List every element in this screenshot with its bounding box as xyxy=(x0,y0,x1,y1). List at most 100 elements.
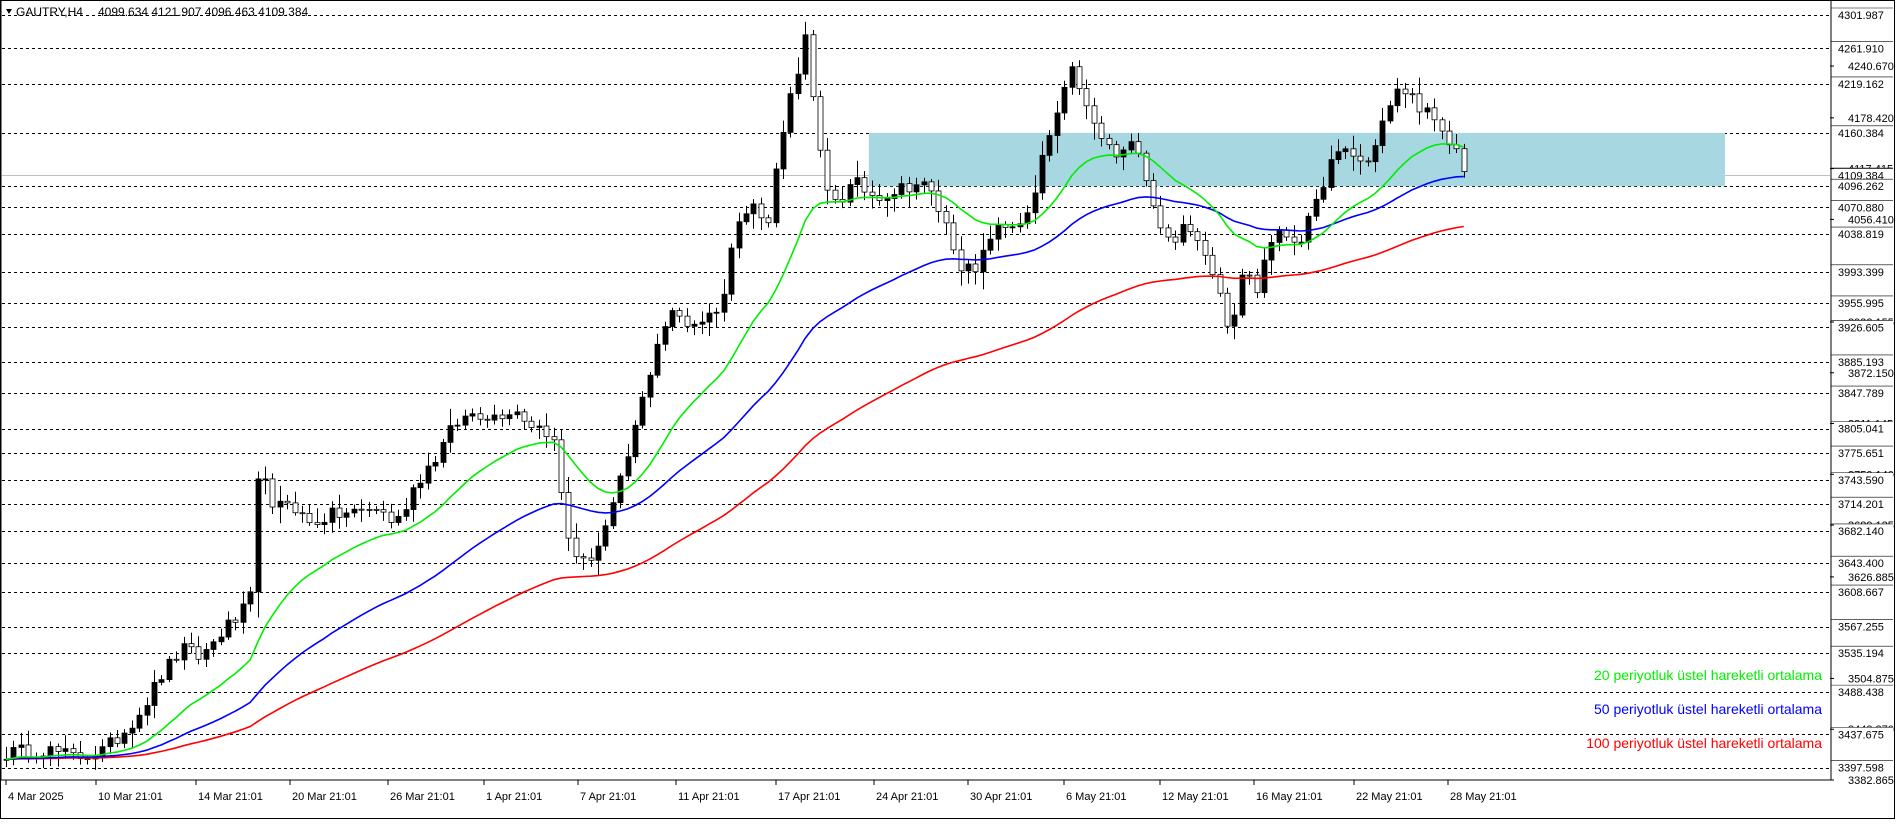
candle-body xyxy=(1157,205,1164,229)
x-axis-label: 28 May 21:01 xyxy=(1450,791,1517,803)
candle-body xyxy=(247,591,254,605)
candle-body xyxy=(1424,107,1431,113)
candle-body xyxy=(1231,314,1238,327)
candle-body xyxy=(1446,130,1453,146)
candle-body xyxy=(373,509,380,511)
candle-body xyxy=(158,679,165,683)
candle-body xyxy=(417,482,424,489)
candle-body xyxy=(773,168,780,224)
y-scale-label: 4240.670 xyxy=(1848,61,1894,73)
candle-body xyxy=(995,224,1002,240)
candle-body xyxy=(425,465,432,484)
candle-body xyxy=(810,34,817,98)
candle-body xyxy=(588,557,595,561)
consolidation-zone xyxy=(868,132,1725,187)
candle-body xyxy=(958,249,965,272)
candle-body xyxy=(921,181,928,186)
candle-body xyxy=(395,515,402,523)
y-scale-label: 4178.420 xyxy=(1848,113,1894,125)
candle-body xyxy=(410,487,417,510)
candle xyxy=(817,90,824,158)
candle-body xyxy=(543,425,550,438)
candle-body xyxy=(736,221,743,249)
candle-body xyxy=(1091,105,1098,124)
x-axis-label: 10 Mar 21:01 xyxy=(98,791,163,803)
candle-body xyxy=(943,210,950,224)
candle-body xyxy=(240,603,247,623)
price-level-label: 3743.590 xyxy=(1838,475,1884,487)
candle-body xyxy=(832,189,839,200)
candle-body xyxy=(676,310,683,317)
price-level-label: 3714.201 xyxy=(1838,499,1884,511)
candle-body xyxy=(1224,292,1231,327)
candle-body xyxy=(580,556,587,559)
candle-body xyxy=(728,247,735,295)
price-level-label: 4301.987 xyxy=(1838,10,1884,22)
x-axis-label: 22 May 21:01 xyxy=(1356,791,1423,803)
candle-body xyxy=(1120,149,1127,158)
legend-entry: 50 periyotluk üstel hareketli ortalama xyxy=(1594,701,1822,717)
price-level-label: 3993.399 xyxy=(1838,267,1884,279)
legend-entry: 100 periyotluk üstel hareketli ortalama xyxy=(1586,735,1822,751)
price-level-label: 4261.910 xyxy=(1838,43,1884,55)
candle-body xyxy=(1261,259,1268,294)
candle-body xyxy=(713,311,720,314)
candle-body xyxy=(484,418,491,421)
candle-body xyxy=(758,203,765,219)
price-level-label: 4160.384 xyxy=(1838,128,1884,140)
candle-body xyxy=(972,263,979,273)
candle-body xyxy=(18,744,25,748)
chart: 4240.6704178.4204117.4154056.4103933.155… xyxy=(0,0,1896,820)
candle-body xyxy=(1069,66,1076,88)
candle-body xyxy=(343,512,350,518)
candle-body xyxy=(706,312,713,323)
candle-body xyxy=(654,343,661,376)
candle-body xyxy=(1431,107,1438,121)
candle-body xyxy=(1194,231,1201,241)
y-scale-label: 4056.410 xyxy=(1848,214,1894,226)
candle-body xyxy=(195,646,202,660)
candle-body xyxy=(144,705,151,716)
candle-body xyxy=(329,507,336,523)
candle-body xyxy=(1061,86,1068,114)
candle-body xyxy=(336,507,343,518)
price-level-label: 3775.651 xyxy=(1838,448,1884,460)
candle-body xyxy=(699,321,706,325)
price-level-label: 4219.162 xyxy=(1838,79,1884,91)
candle-body xyxy=(802,34,809,75)
candle-body xyxy=(1379,120,1386,146)
candle-body xyxy=(1076,66,1083,90)
candle-body xyxy=(950,222,957,251)
price-level-label: 3437.675 xyxy=(1838,729,1884,741)
x-axis-label: 16 May 21:01 xyxy=(1256,791,1323,803)
candle-body xyxy=(1180,224,1187,243)
candle-body xyxy=(62,748,69,752)
candle-body xyxy=(1202,240,1209,256)
candle xyxy=(787,86,794,138)
candle-body xyxy=(469,413,476,417)
candle-body xyxy=(107,737,114,748)
candle-body xyxy=(366,509,373,511)
candle-body xyxy=(662,326,669,345)
candle-body xyxy=(454,424,461,427)
candle-body xyxy=(299,512,306,515)
candle-body xyxy=(861,177,868,193)
candle-body xyxy=(1209,254,1216,276)
candle-body xyxy=(514,411,521,416)
price-level-label: 3608.667 xyxy=(1838,587,1884,599)
candle-body xyxy=(1098,122,1105,139)
candle xyxy=(166,655,173,683)
y-scale-label: 3504.875 xyxy=(1848,673,1894,685)
candle-body xyxy=(1291,236,1298,243)
price-level-label: 3955.995 xyxy=(1838,298,1884,310)
x-axis-label: 4 Mar 2025 xyxy=(8,791,64,803)
candle-body xyxy=(151,682,158,706)
candle-body xyxy=(225,619,232,638)
candle-body xyxy=(284,500,291,504)
y-scale-label: 3872.150 xyxy=(1848,368,1894,380)
candle xyxy=(728,243,735,301)
x-axis-label: 7 Apr 21:01 xyxy=(580,791,636,803)
candle-body xyxy=(787,93,794,133)
candle-body xyxy=(765,217,772,224)
legend-entry: 20 periyotluk üstel hareketli ortalama xyxy=(1594,667,1822,683)
